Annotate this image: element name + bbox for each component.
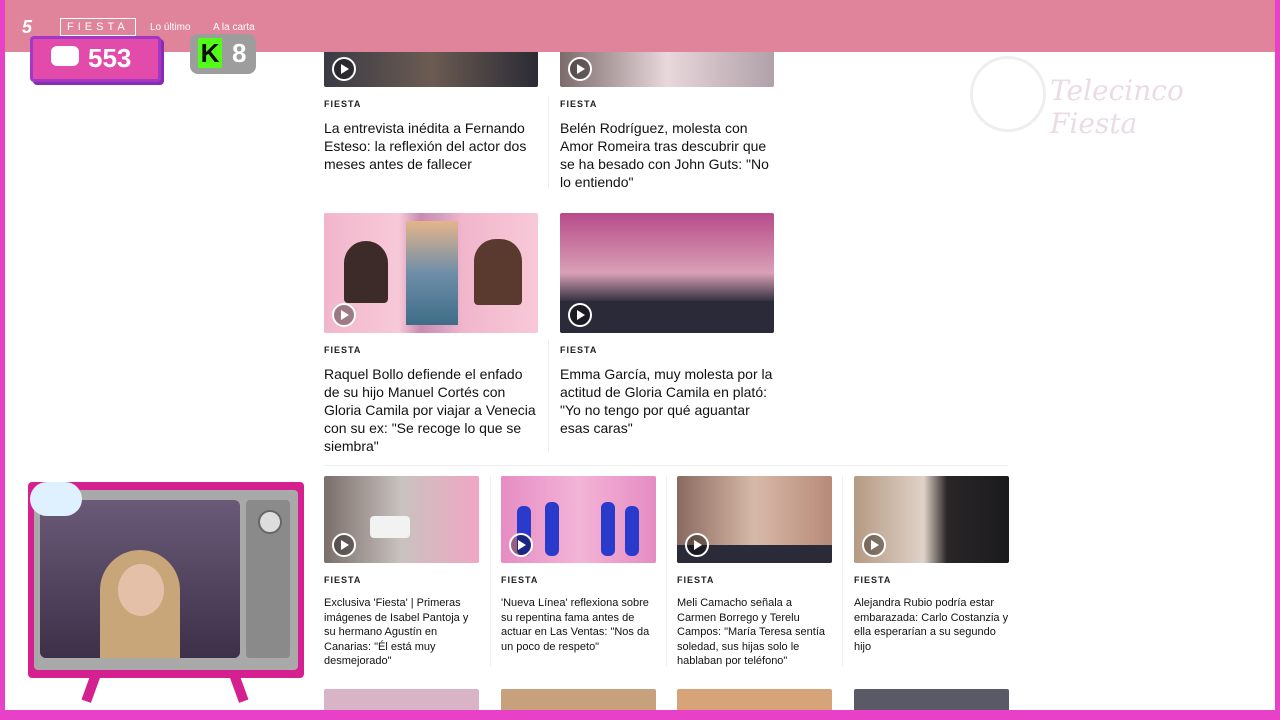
section-divider [324,465,1008,466]
watermark: Telecinco Fiesta [970,56,1220,140]
car-shape [370,516,410,538]
divider [548,340,549,452]
play-icon[interactable] [568,57,592,81]
divider [548,96,549,188]
article-card[interactable]: FIESTA Raquel Bollo defiende el enfado d… [324,213,538,455]
nav-lo-ultimo[interactable]: Lo último [150,22,191,33]
chat-bubble-icon [51,46,79,66]
play-icon[interactable] [862,533,886,557]
singer-silhouette [601,502,615,556]
article-category: FIESTA [854,575,892,585]
article-title[interactable]: La entrevista inédita a Fernando Esteso:… [324,119,538,173]
dial-icon [258,510,282,534]
play-icon[interactable] [332,533,356,557]
article-thumbnail[interactable] [324,213,538,333]
article-thumbnail[interactable] [324,476,479,563]
article-category: FIESTA [324,575,362,585]
webcam-video [40,500,240,658]
article-thumbnail[interactable] [560,213,774,333]
article-card[interactable]: FIESTA La entrevista inédita a Fernando … [324,40,538,173]
article-card[interactable]: FIESTA 'Nueva Línea' reflexiona sobre su… [501,476,656,654]
play-icon[interactable] [332,303,356,327]
viewer-count-badge: 553 [30,36,161,82]
venice-photo [406,221,458,325]
play-icon[interactable] [568,303,592,327]
article-card[interactable]: FIESTA Belén Rodríguez, molesta con Amor… [560,40,774,191]
article-title[interactable]: Exclusiva 'Fiesta' | Primeras imágenes d… [324,596,479,669]
divider [490,476,491,666]
tv-body [34,490,298,670]
article-card[interactable]: FIESTA Exclusiva 'Fiesta' | Primeras imá… [324,476,479,669]
viewer-count: 553 [88,43,132,73]
heart-logo-icon [970,56,1046,132]
watermark-text: Telecinco Fiesta [1050,74,1184,140]
article-category: FIESTA [324,345,362,355]
channel-logo[interactable]: 5 [22,17,32,38]
singer-silhouette [545,502,559,556]
kick-logo-icon: K [198,38,222,68]
article-thumbnail[interactable] [501,476,656,563]
article-card[interactable]: FIESTA Emma García, muy molesta por la a… [560,213,774,437]
article-card[interactable]: FIESTA Meli Camacho señala a Carmen Borr… [677,476,832,669]
tv-control-panel [246,500,290,658]
kick-count: 8 [232,38,247,68]
presenter-silhouette [344,241,388,303]
stream-frame-bottom [0,710,1280,720]
article-category: FIESTA [560,345,598,355]
article-category: FIESTA [324,99,362,109]
article-category: FIESTA [501,575,539,585]
article-title[interactable]: Meli Camacho señala a Carmen Borrego y T… [677,596,832,669]
article-card[interactable]: FIESTA Alejandra Rubio podría estar emba… [854,476,1009,654]
nav-a-la-carta[interactable]: A la carta [213,22,255,33]
fiesta-logo[interactable]: FIESTA [60,18,136,36]
play-icon[interactable] [332,57,356,81]
article-title[interactable]: Alejandra Rubio podría estar embarazada:… [854,596,1009,654]
divider [842,476,843,666]
play-icon[interactable] [685,533,709,557]
article-title[interactable]: Raquel Bollo defiende el enfado de su hi… [324,365,538,455]
singer-silhouette [625,506,639,556]
article-title[interactable]: Emma García, muy molesta por la actitud … [560,365,774,437]
article-thumbnail[interactable] [854,476,1009,563]
article-title[interactable]: Belén Rodríguez, molesta con Amor Romeir… [560,119,774,191]
divider [666,476,667,666]
article-category: FIESTA [677,575,715,585]
guest-silhouette [474,239,522,305]
cloud-icon [30,482,82,516]
article-title[interactable]: 'Nueva Línea' reflexiona sobre su repent… [501,596,656,654]
article-category: FIESTA [560,99,598,109]
play-icon[interactable] [509,533,533,557]
streamer-face [118,564,164,616]
article-thumbnail[interactable] [677,476,832,563]
kick-count-badge: K 8 [190,34,256,74]
caption-banner [560,301,774,333]
